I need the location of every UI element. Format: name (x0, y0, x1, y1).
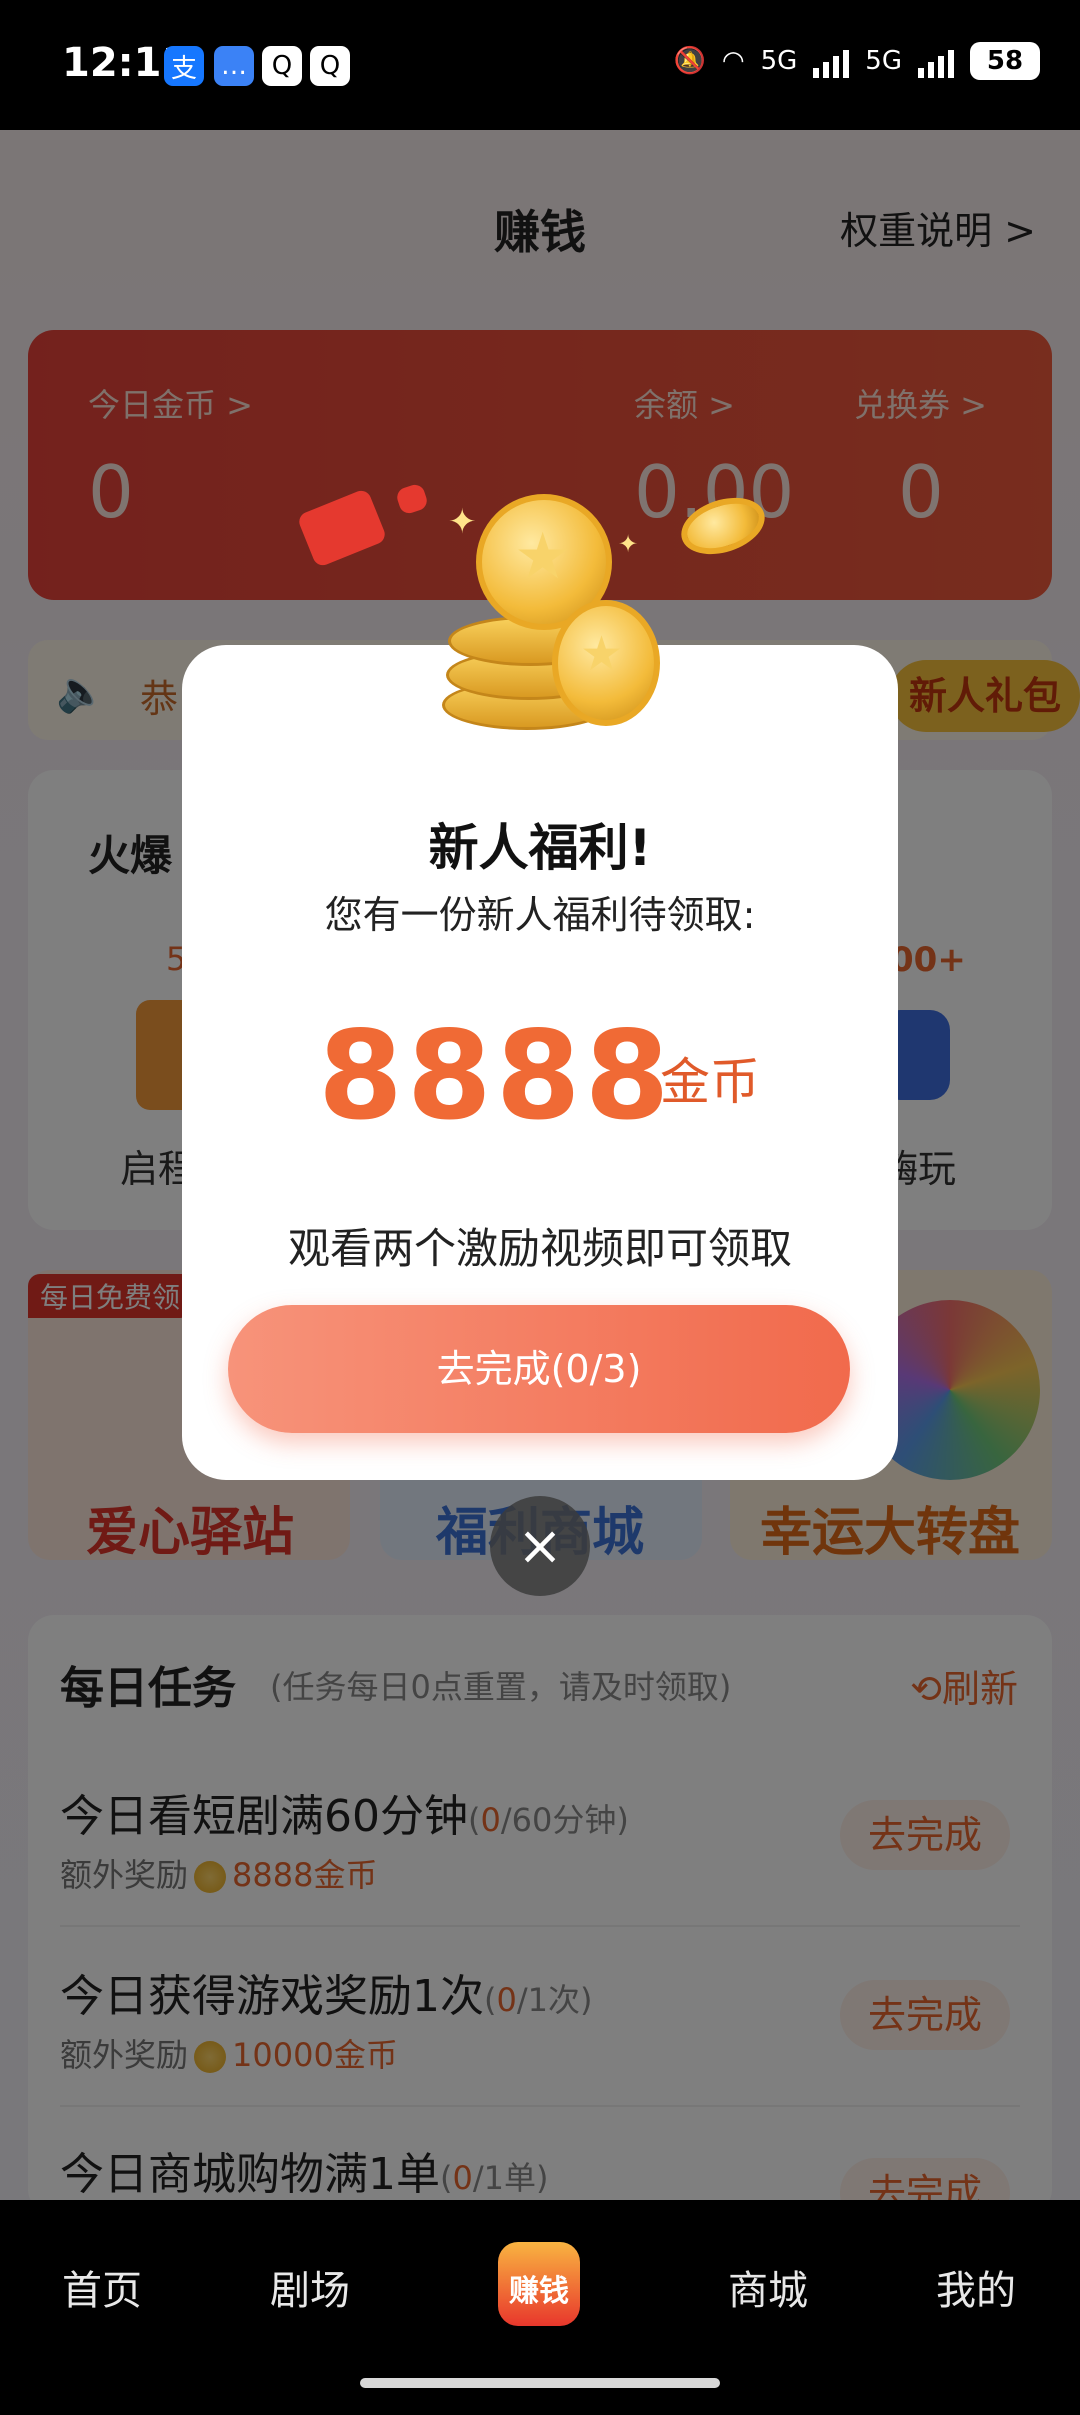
nav-mine[interactable]: 我的 (936, 2258, 1016, 2316)
status-icons: 🔕 ◠ 5G 5G 58 (674, 42, 1040, 80)
qq-icon: Q (262, 46, 302, 86)
dialog-tip: 观看两个激励视频即可领取 (287, 1224, 792, 1273)
sparkle-icon: ✦ (448, 502, 477, 542)
home-indicator[interactable] (360, 2378, 720, 2388)
close-icon: × (517, 1514, 563, 1577)
battery-icon: 58 (970, 42, 1040, 80)
dialog-title: 新人福利! (428, 819, 652, 877)
message-icon: … (214, 46, 254, 86)
alipay-icon: 支 (164, 46, 204, 86)
sparkle-icon: ✦ (618, 530, 639, 558)
reward-unit: 金币 (660, 1053, 760, 1111)
dialog-subtitle: 您有一份新人福利待领取: (324, 893, 756, 937)
complete-task-button[interactable]: 去完成(0/3) (228, 1305, 850, 1433)
reward-amount: 8888 (318, 1005, 674, 1147)
mute-icon: 🔕 (673, 46, 706, 76)
close-dialog-button[interactable]: × (490, 1496, 590, 1596)
star-icon: ★ (514, 520, 572, 594)
network-label: 5G (760, 46, 798, 76)
signal-icon (813, 44, 850, 78)
signal-icon-2 (918, 44, 954, 78)
star-icon: ★ (580, 626, 624, 682)
network-label-2: 5G (865, 46, 902, 76)
nav-mall[interactable]: 商城 (728, 2258, 808, 2316)
nav-home[interactable]: 首页 (62, 2258, 142, 2316)
status-bar: 12:11 支 … Q Q 🔕 ◠ 5G 5G 58 (0, 0, 1080, 130)
nav-theater[interactable]: 剧场 (270, 2258, 350, 2316)
nav-earn[interactable]: 赚钱 (498, 2242, 580, 2326)
qq-icon: Q (310, 46, 350, 86)
wifi-icon: ◠ (721, 46, 745, 76)
